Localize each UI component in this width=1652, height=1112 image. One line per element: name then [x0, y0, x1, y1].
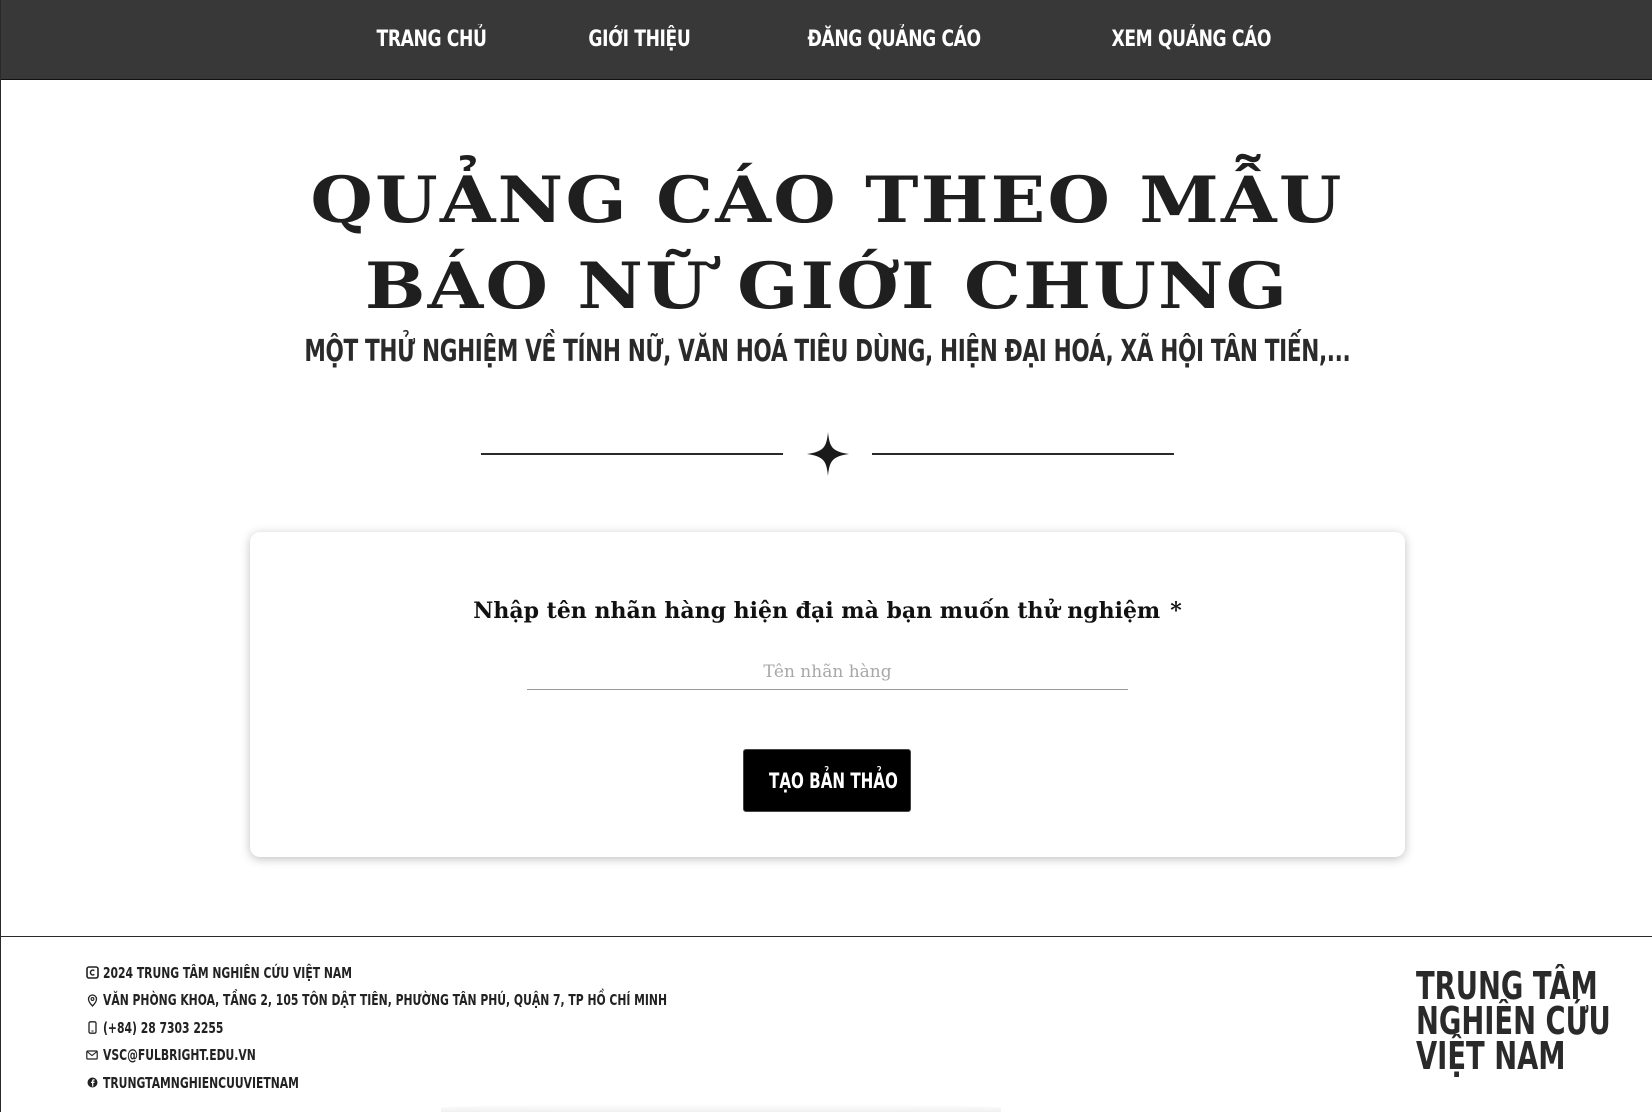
footer-copyright-text: 2024 TRUNG TÂM NGHIÊN CỨU VIỆT NAM — [103, 963, 352, 982]
footer-contact-list: 2024 TRUNG TÂM NGHIÊN CỨU VIỆT NAM VĂN P… — [85, 959, 886, 1097]
brand-name-label-text: Nhập tên nhãn hàng hiện đại mà bạn muốn … — [473, 598, 1161, 624]
copyright-icon — [85, 966, 99, 980]
brand-form-card: Nhập tên nhãn hàng hiện đại mà bạn muốn … — [250, 532, 1405, 857]
facebook-icon — [85, 1076, 99, 1090]
footer-copyright: 2024 TRUNG TÂM NGHIÊN CỨU VIỆT NAM — [85, 959, 886, 987]
phone-icon — [85, 1021, 99, 1035]
divider-rule-right — [872, 453, 1174, 455]
four-point-star-icon — [807, 432, 849, 476]
site-footer: 2024 TRUNG TÂM NGHIÊN CỨU VIỆT NAM VĂN P… — [1, 936, 1652, 1112]
mail-icon — [85, 1048, 99, 1062]
footer-phone[interactable]: (+84) 28 7303 2255 — [85, 1014, 886, 1042]
page-subtitle-text: MỘT THỬ NGHIỆM VỀ TÍNH NỮ, VĂN HOÁ TIÊU … — [304, 334, 1350, 369]
footer-logo-line-3: VIỆT NAM — [1416, 1034, 1566, 1078]
footer-email-text: VSC@FULBRIGHT.EDU.VN — [103, 1046, 256, 1065]
nav-link-home[interactable]: TRANG CHỦ — [359, 27, 503, 52]
footer-address-text: VĂN PHÒNG KHOA, TẦNG 2, 105 TÔN DẬT TIÊN… — [103, 991, 668, 1010]
create-draft-button[interactable]: TẠO BẢN THẢO — [743, 749, 911, 812]
nav-link-about[interactable]: GIỚI THIỆU — [571, 27, 707, 52]
create-draft-button-label: TẠO BẢN THẢO — [769, 768, 898, 793]
footer-facebook[interactable]: TRUNGTAMNGHIENCUUVIETNAM — [85, 1069, 886, 1097]
page-title: QUẢNG CÁO THEO MẪU BÁO NỮ GIỚI CHUNG — [1, 158, 1652, 330]
top-navigation: TRANG CHỦ GIỚI THIỆU ĐĂNG QUẢNG CÁO XEM … — [1, 0, 1652, 80]
nav-link-view-ads[interactable]: XEM QUẢNG CÁO — [1094, 27, 1288, 52]
brand-name-label: Nhập tên nhãn hàng hiện đại mà bạn muốn … — [250, 598, 1405, 624]
footer-logo: TRUNG TÂM NGHIÊN CỨU VIỆT NAM — [1416, 967, 1652, 1078]
page-subtitle: MỘT THỬ NGHIỆM VỀ TÍNH NỮ, VĂN HOÁ TIÊU … — [1, 334, 1652, 369]
page-title-line-2: BÁO NỮ GIỚI CHUNG — [364, 249, 1290, 324]
page-title-line-1: QUẢNG CÁO THEO MẪU — [310, 163, 1344, 238]
footer-address: VĂN PHÒNG KHOA, TẦNG 2, 105 TÔN DẬT TIÊN… — [85, 987, 886, 1015]
brand-name-input[interactable] — [527, 654, 1128, 690]
nav-link-post-ad[interactable]: ĐĂNG QUẢNG CÁO — [790, 27, 998, 52]
footer-phone-text: (+84) 28 7303 2255 — [103, 1018, 224, 1037]
footer-facebook-text: TRUNGTAMNGHIENCUUVIETNAM — [103, 1073, 299, 1092]
footer-bottom-shadow — [441, 1104, 1001, 1112]
section-divider — [481, 430, 1174, 478]
location-pin-icon — [85, 993, 99, 1007]
footer-email[interactable]: VSC@FULBRIGHT.EDU.VN — [85, 1042, 886, 1070]
required-marker: * — [1170, 598, 1182, 624]
divider-rule-left — [481, 453, 783, 455]
